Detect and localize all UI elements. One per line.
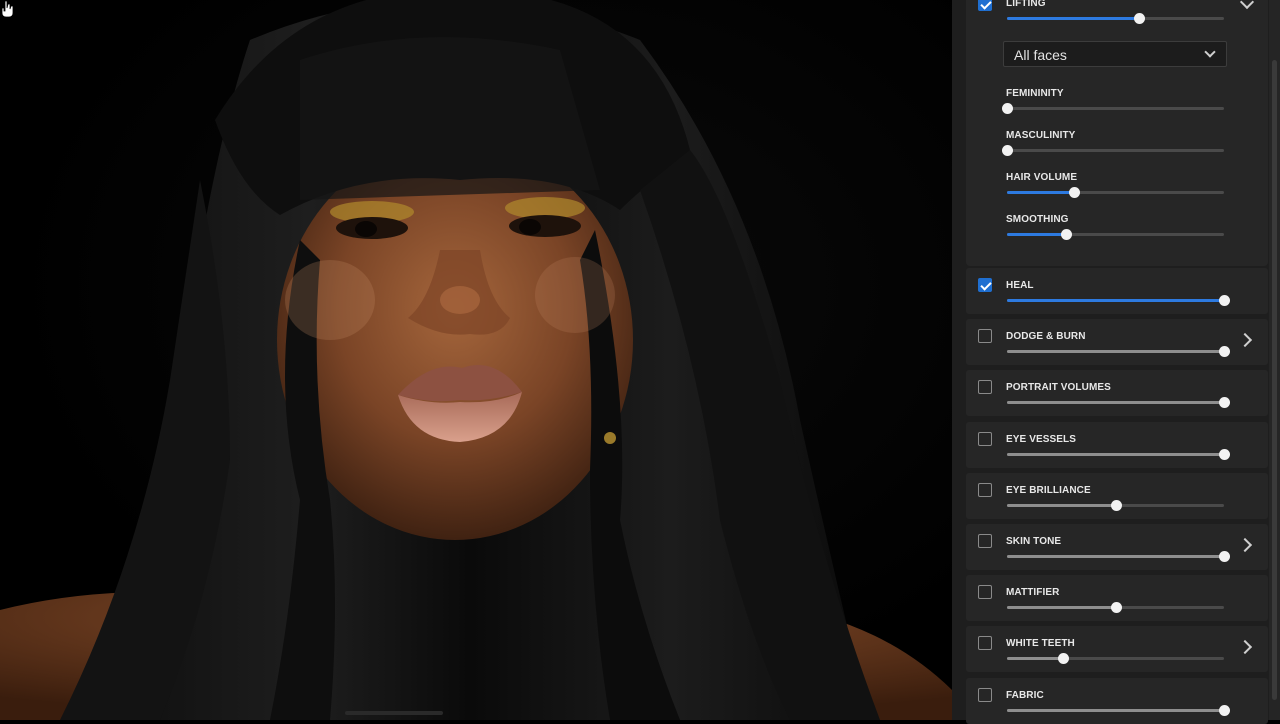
tool-checkbox[interactable]: [978, 482, 992, 497]
tool-label: EYE BRILLIANCE: [1006, 484, 1091, 496]
tool-row[interactable]: [966, 677, 1268, 724]
slider-knob[interactable]: [1002, 145, 1013, 156]
sub-slider-label: HAIR VOLUME: [1006, 172, 1078, 183]
tool-checkbox[interactable]: [978, 431, 992, 446]
slider-knob[interactable]: [1219, 448, 1230, 460]
slider-knob[interactable]: [1110, 602, 1122, 614]
faces-select-value: All faces: [1014, 47, 1067, 63]
photo-canvas[interactable]: [0, 0, 952, 720]
tool-label: MATTIFIER: [1006, 587, 1060, 599]
tool-slider[interactable]: [1007, 295, 1230, 306]
tool-slider[interactable]: [1007, 397, 1230, 409]
tool-row[interactable]: [966, 370, 1268, 417]
tool-checkbox[interactable]: [978, 278, 992, 292]
tool-checkbox[interactable]: [978, 380, 992, 395]
tool-checkbox[interactable]: [978, 585, 992, 600]
sub-slider-label: FEMININITY: [1006, 88, 1064, 99]
tool-label: FABRIC: [1006, 689, 1044, 701]
tool-row[interactable]: [966, 626, 1268, 673]
tool-label: DODGE & BURN: [1006, 331, 1086, 343]
hand-cursor-icon: [1, 0, 14, 18]
slider-knob[interactable]: [1219, 295, 1230, 306]
tool-row[interactable]: [966, 575, 1268, 622]
tool-slider[interactable]: [1007, 499, 1224, 511]
tool-label: WHITE TEETH: [1006, 638, 1075, 650]
tool-slider[interactable]: [1007, 448, 1230, 460]
slider-knob[interactable]: [1219, 704, 1230, 716]
chevron-down-icon: [1204, 46, 1216, 58]
tool-row[interactable]: [966, 268, 1268, 314]
slider-knob[interactable]: [1060, 229, 1072, 240]
slider-knob[interactable]: [1110, 499, 1122, 511]
tool-checkbox[interactable]: [978, 534, 992, 548]
slider-knob[interactable]: [1002, 103, 1013, 114]
tool-label: PORTRAIT VOLUMES: [1006, 382, 1111, 394]
tool-checkbox[interactable]: [978, 636, 992, 651]
lifting-slider[interactable]: [1007, 13, 1224, 24]
tool-slider[interactable]: [1007, 602, 1224, 614]
tool-row[interactable]: [966, 524, 1268, 570]
sub-slider-label: SMOOTHING: [1006, 214, 1069, 225]
tool-row[interactable]: [966, 319, 1268, 366]
tool-slider[interactable]: [1007, 346, 1230, 358]
tool-label: SKIN TONE: [1006, 536, 1062, 547]
faces-select[interactable]: All faces: [1003, 41, 1227, 67]
sub-slider-label: MASCULINITY: [1006, 130, 1076, 141]
slider-knob[interactable]: [1219, 551, 1230, 562]
panel-scrollbar[interactable]: [1269, 0, 1280, 720]
sub-slider[interactable]: [1002, 145, 1224, 156]
tool-slider[interactable]: [1007, 653, 1224, 665]
portrait-photo: [0, 0, 952, 720]
tool-row[interactable]: [966, 421, 1268, 468]
sub-slider[interactable]: [1007, 229, 1224, 240]
tool-label: HEAL: [1006, 280, 1034, 291]
tool-label: EYE VESSELS: [1006, 433, 1077, 445]
lifting-checkbox[interactable]: [978, 0, 992, 11]
sub-slider[interactable]: [1007, 187, 1224, 198]
tool-slider[interactable]: [1007, 704, 1230, 716]
tool-slider[interactable]: [1007, 551, 1230, 562]
lifting-label: LIFTING: [1006, 0, 1046, 9]
canvas-scrollbar[interactable]: [345, 711, 443, 715]
tool-row[interactable]: [966, 472, 1268, 519]
tool-checkbox[interactable]: [978, 687, 992, 702]
tool-checkbox[interactable]: [978, 329, 992, 344]
sub-slider[interactable]: [1002, 103, 1224, 114]
panel-scroll-thumb[interactable]: [1272, 60, 1277, 700]
